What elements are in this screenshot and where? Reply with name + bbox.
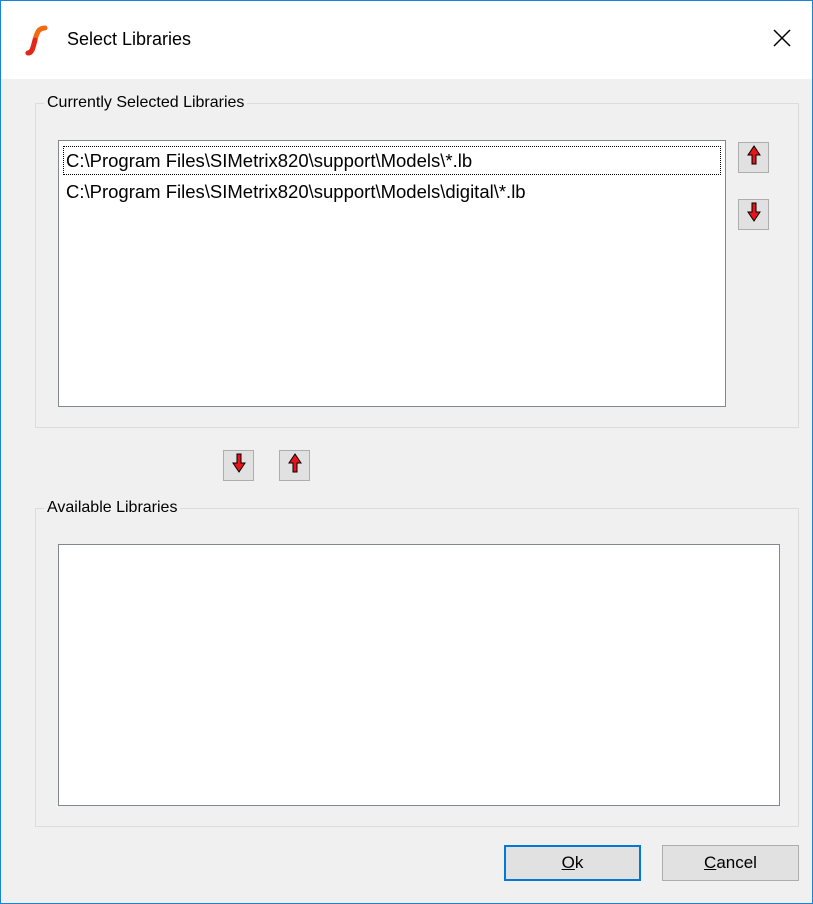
red-arrow-up-icon	[287, 453, 302, 478]
simetrix-logo-icon	[19, 23, 53, 57]
currently-selected-label: Currently Selected Libraries	[44, 93, 248, 113]
available-libraries-list[interactable]	[58, 544, 780, 806]
select-libraries-dialog: Select Libraries Currently Selected Libr…	[0, 0, 813, 904]
red-arrow-up-icon	[746, 145, 761, 170]
title-bar[interactable]: Select Libraries	[1, 1, 812, 79]
list-item[interactable]: C:\Program Files\SIMetrix820\support\Mod…	[59, 176, 725, 207]
ok-accel: O	[561, 853, 575, 872]
close-icon	[773, 28, 791, 52]
close-button[interactable]	[752, 1, 812, 79]
cancel-accel: C	[704, 853, 717, 872]
ok-button[interactable]: Ok	[504, 845, 641, 881]
cancel-button[interactable]: Cancel	[662, 845, 799, 881]
move-item-up-button[interactable]	[738, 142, 769, 173]
selected-libraries-list[interactable]: C:\Program Files\SIMetrix820\support\Mod…	[58, 140, 726, 407]
remove-library-button[interactable]	[223, 450, 254, 481]
window-title: Select Libraries	[67, 29, 192, 49]
currently-selected-group: Currently Selected Libraries C:\Program …	[35, 93, 799, 428]
red-arrow-down-icon	[746, 202, 761, 227]
available-libraries-label: Available Libraries	[44, 498, 181, 518]
ok-label-rest: k	[574, 853, 584, 872]
move-item-down-button[interactable]	[738, 199, 769, 230]
cancel-label-rest: ancel	[716, 853, 757, 872]
available-libraries-group: Available Libraries	[35, 498, 799, 827]
red-arrow-down-icon	[231, 453, 246, 478]
list-item[interactable]: C:\Program Files\SIMetrix820\support\Mod…	[62, 145, 722, 176]
add-library-button[interactable]	[279, 450, 310, 481]
